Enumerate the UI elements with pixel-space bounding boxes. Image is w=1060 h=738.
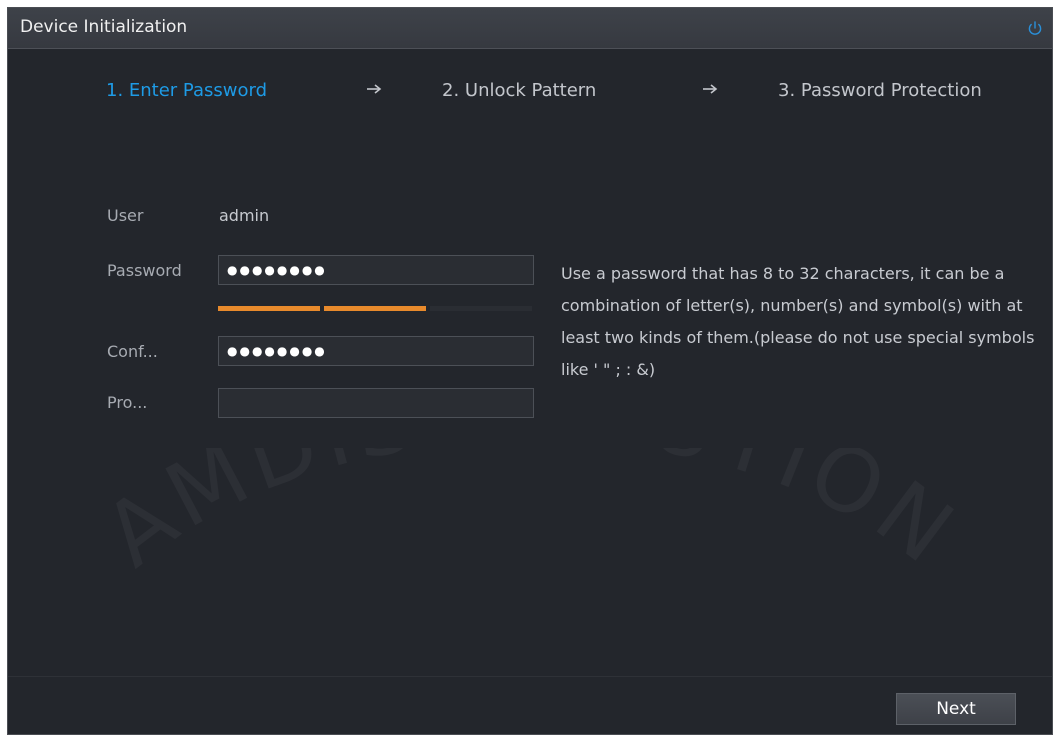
power-icon[interactable] [1026,19,1044,37]
password-field[interactable]: ●●●●●●●● [218,255,534,285]
footer-divider [8,676,1052,677]
svg-text:AMDISTRIBUTION: AMDISTRIBUTION [85,448,976,586]
step-password-protection: 3. Password Protection [778,80,982,101]
strength-segment-2 [324,306,426,311]
prompt-question-field[interactable] [218,388,534,418]
right-arrow-icon [367,84,382,94]
watermark-text: AMDISTRIBUTION [85,448,970,586]
confirm-password-label: Conf... [107,342,158,361]
step-unlock-pattern: 2. Unlock Pattern [442,80,597,101]
strength-segment-3 [430,306,532,311]
strength-segment-1 [218,306,320,311]
prompt-question-label: Pro... [107,393,148,412]
title-bar: Device Initialization [8,8,1052,49]
user-value: admin [219,206,270,225]
password-label: Password [107,261,182,280]
step-indicator: 1. Enter Password 2. Unlock Pattern 3. P… [8,80,1052,110]
password-hint: Use a password that has 8 to 32 characte… [561,264,1035,379]
right-arrow-icon [703,84,718,94]
watermark: AMDISTRIBUTION [85,448,976,586]
user-label: User [107,206,144,225]
step-enter-password: 1. Enter Password [106,80,268,101]
next-button[interactable]: Next [896,693,1016,725]
confirm-password-field[interactable]: ●●●●●●●● [218,336,534,366]
device-initialization-window: Device Initialization 1. Enter Password … [7,7,1053,735]
window-title: Device Initialization [20,17,188,37]
